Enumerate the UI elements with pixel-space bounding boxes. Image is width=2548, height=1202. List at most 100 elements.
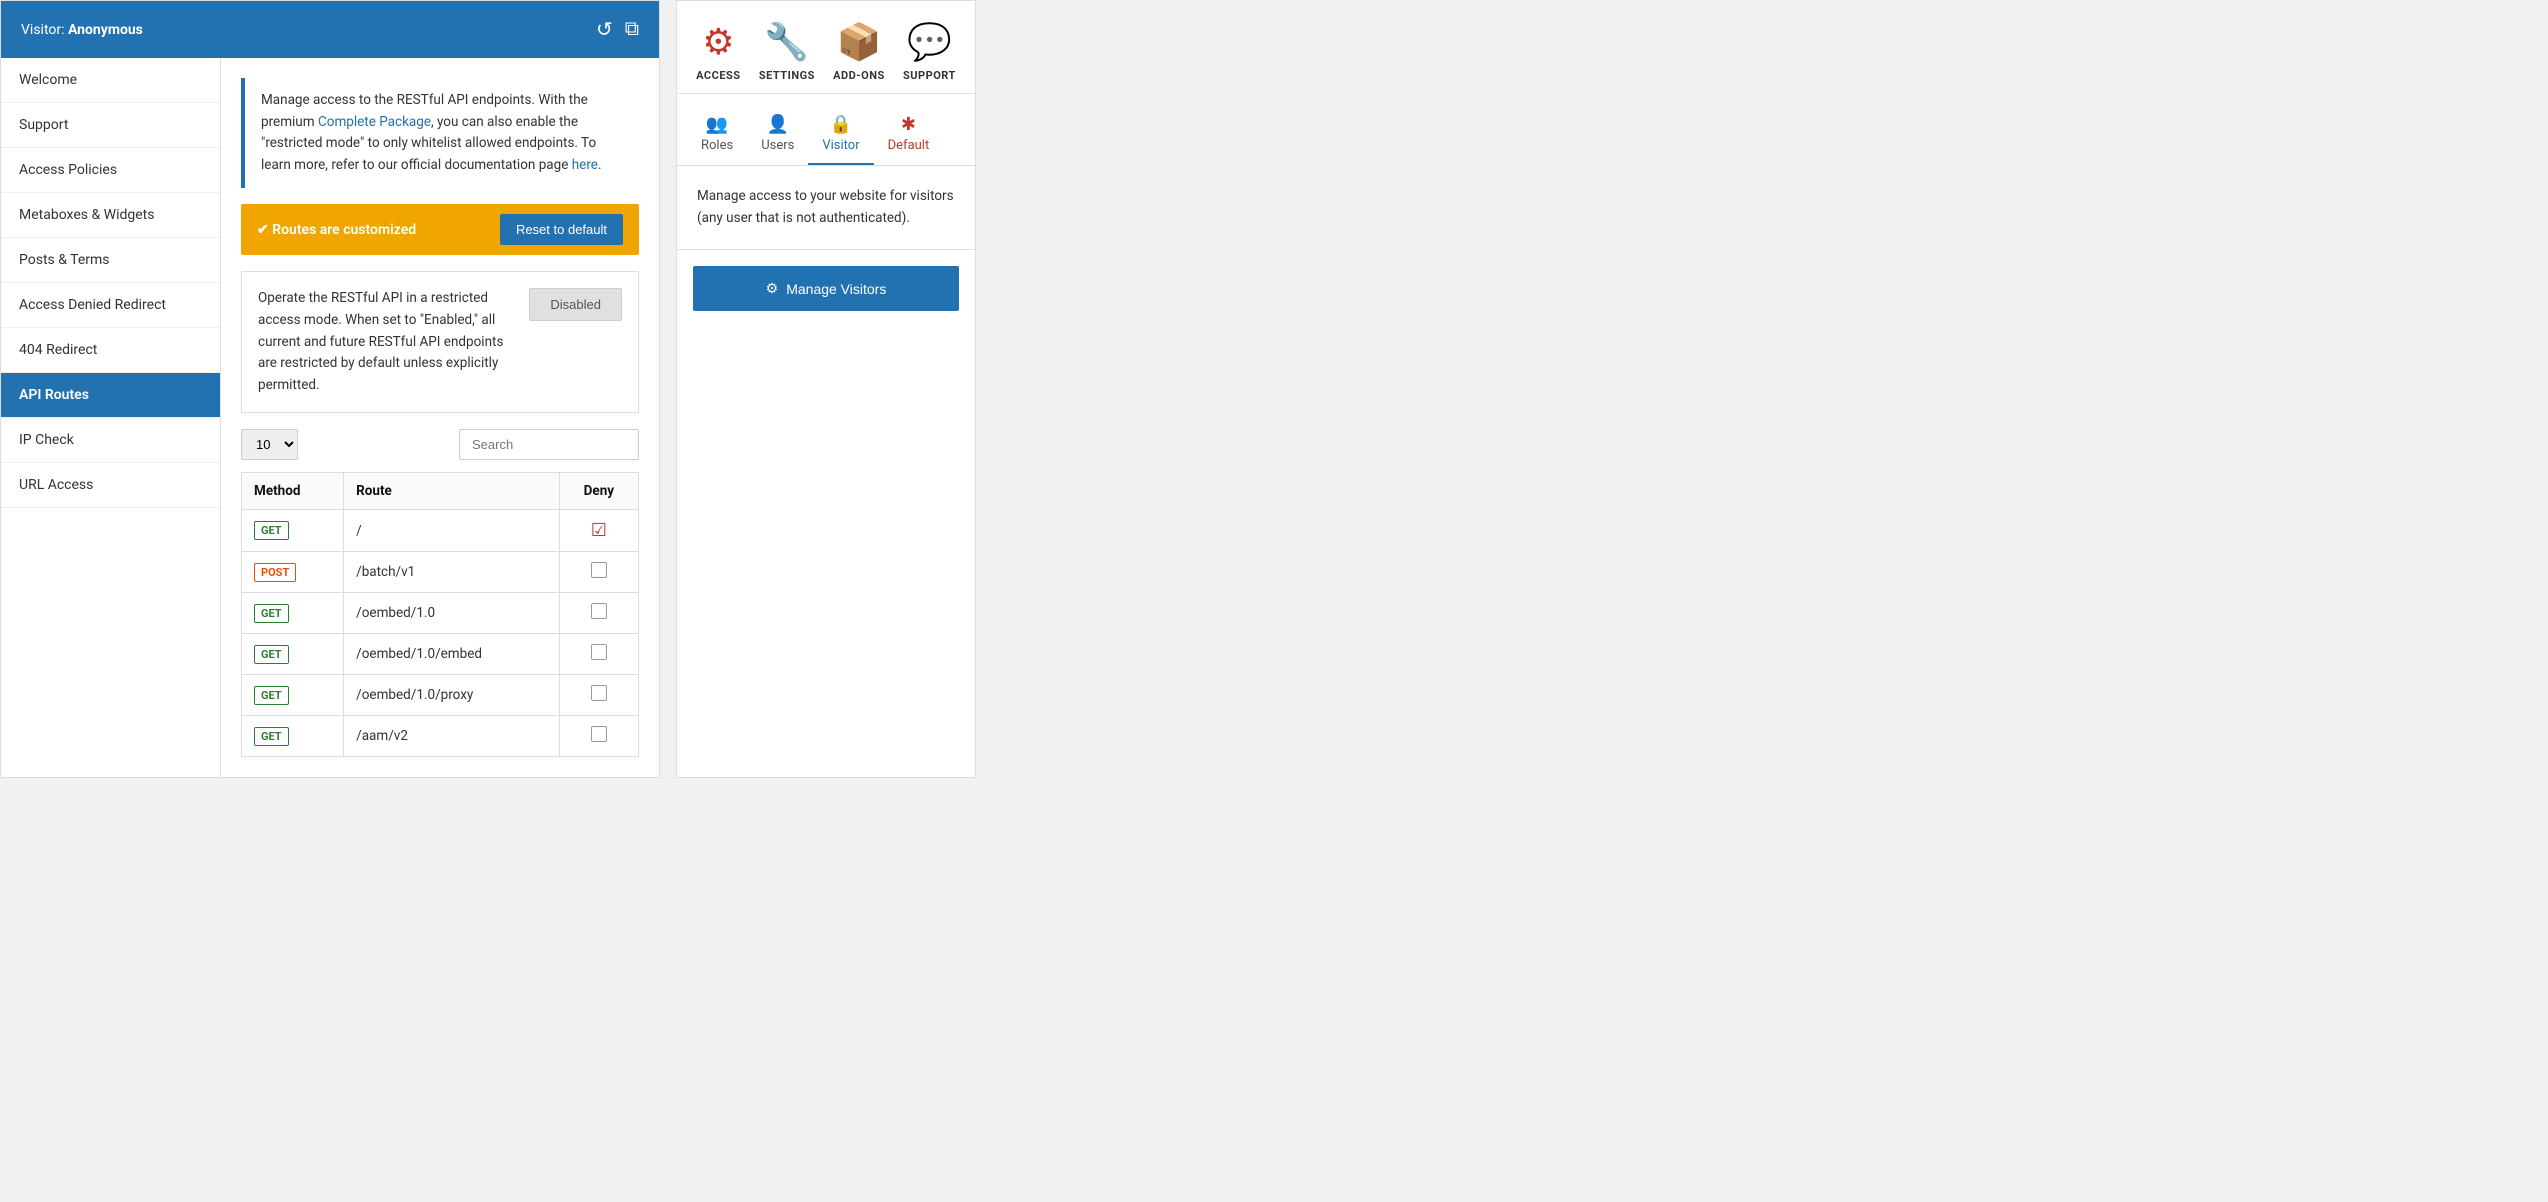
tab-visitor[interactable]: 🔒 Visitor <box>808 104 873 165</box>
tab-roles-label: Roles <box>701 138 733 153</box>
sidebar-item-404-redirect[interactable]: 404 Redirect <box>1 328 220 373</box>
sidebar-item-api-routes[interactable]: API Routes <box>1 373 220 418</box>
settings-icon: 🔧 <box>759 21 815 63</box>
route-method: GET <box>242 593 344 634</box>
top-icons-bar: ⚙ ACCESS 🔧 SETTINGS 📦 ADD-ONS 💬 SUPPORT <box>677 1 975 94</box>
route-path: /oembed/1.0 <box>344 593 560 634</box>
sidebar-item-metaboxes[interactable]: Metaboxes & Widgets <box>1 193 220 238</box>
sidebar-item-url-access[interactable]: URL Access <box>1 463 220 508</box>
method-badge: GET <box>254 645 289 664</box>
method-badge: POST <box>254 563 296 582</box>
table-row: GET / ☑ <box>242 510 639 552</box>
header-actions: ↺ ⧉ <box>596 17 639 42</box>
support-icon: 💬 <box>903 21 956 63</box>
tabs-bar: 👥 Roles 👤 Users 🔒 Visitor ✱ Default <box>677 104 975 166</box>
col-header-method: Method <box>242 473 344 510</box>
sidebar-item-welcome[interactable]: Welcome <box>1 58 220 103</box>
deny-checkbox-unchecked[interactable] <box>591 603 607 619</box>
page-title: Visitor: Anonymous <box>21 22 143 38</box>
header-bar: Visitor: Anonymous ↺ ⧉ <box>1 1 659 58</box>
sidebar-item-access-policies[interactable]: Access Policies <box>1 148 220 193</box>
table-row: GET /aam/v2 <box>242 716 639 757</box>
access-icon-item[interactable]: ⚙ ACCESS <box>696 21 740 83</box>
default-icon: ✱ <box>901 114 916 135</box>
route-method: GET <box>242 675 344 716</box>
tab-users[interactable]: 👤 Users <box>747 104 808 165</box>
visitor-icon: 🔒 <box>830 114 852 135</box>
support-icon-item[interactable]: 💬 SUPPORT <box>903 21 956 83</box>
addons-label: ADD-ONS <box>833 69 885 82</box>
route-method: GET <box>242 634 344 675</box>
complete-package-link[interactable]: Complete Package <box>318 114 431 130</box>
route-path: /aam/v2 <box>344 716 560 757</box>
sidebar-item-support[interactable]: Support <box>1 103 220 148</box>
code-icon-btn[interactable]: ⧉ <box>625 17 639 42</box>
sidebar-item-posts-terms[interactable]: Posts & Terms <box>1 238 220 283</box>
route-deny[interactable] <box>559 716 638 757</box>
deny-checkbox-unchecked[interactable] <box>591 726 607 742</box>
table-row: GET /oembed/1.0 <box>242 593 639 634</box>
users-icon: 👤 <box>767 114 789 135</box>
sidebar-item-ip-check[interactable]: IP Check <box>1 418 220 463</box>
support-label: SUPPORT <box>903 69 956 82</box>
table-row: GET /oembed/1.0/embed <box>242 634 639 675</box>
table-row: GET /oembed/1.0/proxy <box>242 675 639 716</box>
gear-icon: ⚙ <box>766 280 779 297</box>
col-header-route: Route <box>344 473 560 510</box>
method-badge: GET <box>254 521 289 540</box>
routes-table: Method Route Deny GET / ☑ POST /batch/v1… <box>241 472 639 757</box>
sidebar-nav: Welcome Support Access Policies Metaboxe… <box>1 58 221 777</box>
deny-checkbox-unchecked[interactable] <box>591 644 607 660</box>
settings-icon-item[interactable]: 🔧 SETTINGS <box>759 21 815 83</box>
deny-checkbox-unchecked[interactable] <box>591 685 607 701</box>
settings-label: SETTINGS <box>759 69 815 82</box>
access-icon: ⚙ <box>696 21 740 63</box>
info-box: Manage access to the RESTful API endpoin… <box>241 78 639 188</box>
sidebar-item-access-denied[interactable]: Access Denied Redirect <box>1 283 220 328</box>
notice-bar: ✔ Routes are customized Reset to default <box>241 204 639 255</box>
manage-visitors-label: Manage Visitors <box>786 281 886 297</box>
restricted-mode-box: Operate the RESTful API in a restricted … <box>241 271 639 413</box>
reset-icon-btn[interactable]: ↺ <box>596 17 613 42</box>
route-deny[interactable] <box>559 675 638 716</box>
access-label: ACCESS <box>696 69 740 82</box>
table-row: POST /batch/v1 <box>242 552 639 593</box>
route-method: GET <box>242 716 344 757</box>
disabled-button[interactable]: Disabled <box>529 288 622 321</box>
route-path: /batch/v1 <box>344 552 560 593</box>
route-deny[interactable] <box>559 634 638 675</box>
route-deny[interactable]: ☑ <box>559 510 638 552</box>
tab-roles[interactable]: 👥 Roles <box>687 104 747 165</box>
addons-icon-item[interactable]: 📦 ADD-ONS <box>833 21 885 83</box>
here-link[interactable]: here <box>572 157 598 173</box>
tab-default-label: Default <box>888 138 930 153</box>
reset-to-default-button[interactable]: Reset to default <box>500 214 623 245</box>
tab-users-label: Users <box>761 138 794 153</box>
search-input[interactable] <box>459 429 639 460</box>
manage-visitors-button[interactable]: ⚙ Manage Visitors <box>693 266 959 311</box>
restricted-mode-desc: Operate the RESTful API in a restricted … <box>258 288 513 396</box>
tab-visitor-label: Visitor <box>822 138 859 153</box>
info-text-3: . <box>598 157 602 173</box>
route-deny[interactable] <box>559 593 638 634</box>
table-controls: 10 25 50 <box>241 429 639 460</box>
visitor-description: Manage access to your website for visito… <box>677 166 975 250</box>
method-badge: GET <box>254 604 289 623</box>
tab-default[interactable]: ✱ Default <box>874 104 944 165</box>
deny-checkbox-unchecked[interactable] <box>591 562 607 578</box>
addons-icon: 📦 <box>833 21 885 63</box>
method-badge: GET <box>254 727 289 746</box>
route-path: /oembed/1.0/proxy <box>344 675 560 716</box>
roles-icon: 👥 <box>706 114 728 135</box>
main-content: Manage access to the RESTful API endpoin… <box>221 58 659 777</box>
route-method: GET <box>242 510 344 552</box>
deny-checkbox-checked[interactable]: ☑ <box>591 520 607 541</box>
route-method: POST <box>242 552 344 593</box>
route-path: / <box>344 510 560 552</box>
route-deny[interactable] <box>559 552 638 593</box>
method-badge: GET <box>254 686 289 705</box>
route-path: /oembed/1.0/embed <box>344 634 560 675</box>
notice-text: ✔ Routes are customized <box>257 222 416 238</box>
per-page-select[interactable]: 10 25 50 <box>241 429 298 460</box>
visitor-label: Visitor: <box>21 22 68 38</box>
